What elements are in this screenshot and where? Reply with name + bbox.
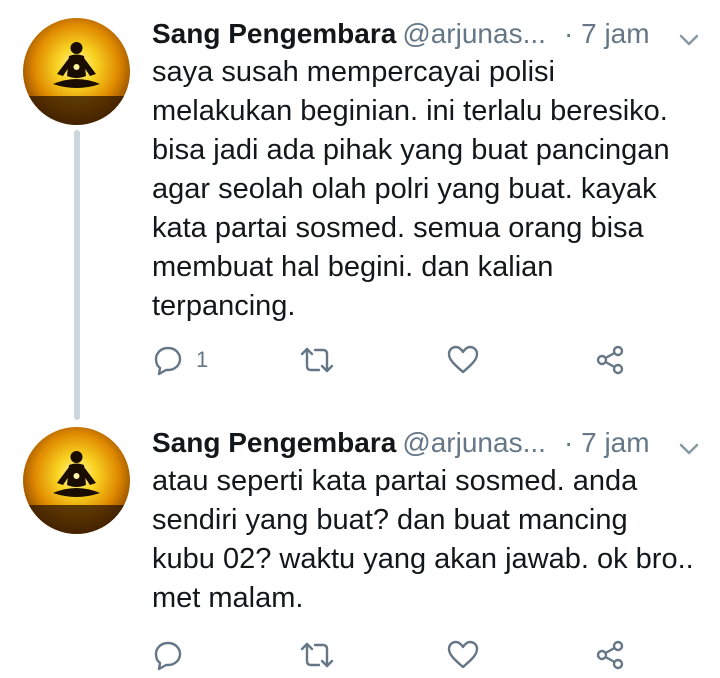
heart-icon — [446, 344, 480, 376]
retweet-button[interactable] — [299, 340, 335, 380]
like-button[interactable] — [446, 635, 480, 675]
retweet-icon — [299, 344, 335, 376]
tweet-header: Sang Pengembara @arjunas... · 7 jam — [152, 16, 700, 52]
share-icon — [594, 344, 626, 376]
chevron-down-icon[interactable] — [678, 433, 700, 455]
display-name[interactable]: Sang Pengembara — [152, 18, 396, 49]
reply-icon — [152, 639, 184, 671]
chevron-down-icon[interactable] — [678, 24, 700, 46]
retweet-button[interactable] — [299, 635, 335, 675]
user-handle[interactable]: @arjunas... — [402, 18, 546, 49]
share-button[interactable] — [594, 340, 626, 380]
avatar[interactable] — [23, 427, 130, 534]
thread-connector-line — [74, 130, 80, 420]
tweet-actions — [152, 635, 652, 675]
avatar[interactable] — [23, 18, 130, 125]
tweet-header: Sang Pengembara @arjunas... · 7 jam — [152, 425, 700, 461]
tweet-text: atau seperti kata partai sosmed. anda se… — [152, 465, 694, 614]
reply-count: 1 — [196, 347, 209, 372]
like-button[interactable] — [446, 340, 480, 380]
reply-icon — [152, 344, 184, 376]
timestamp[interactable]: · 7 jam — [564, 425, 650, 461]
reply-button[interactable] — [152, 635, 196, 675]
user-handle[interactable]: @arjunas... — [402, 427, 546, 458]
reply-button[interactable]: 1 — [152, 340, 208, 380]
retweet-icon — [299, 639, 335, 671]
share-icon — [594, 639, 626, 671]
timestamp[interactable]: · 7 jam — [564, 16, 650, 52]
share-button[interactable] — [594, 635, 626, 675]
display-name[interactable]: Sang Pengembara — [152, 427, 396, 458]
tweet-text: saya susah mempercayai polisi melakukan … — [152, 56, 670, 322]
heart-icon — [446, 639, 480, 671]
tweet-actions: 1 — [152, 340, 652, 380]
